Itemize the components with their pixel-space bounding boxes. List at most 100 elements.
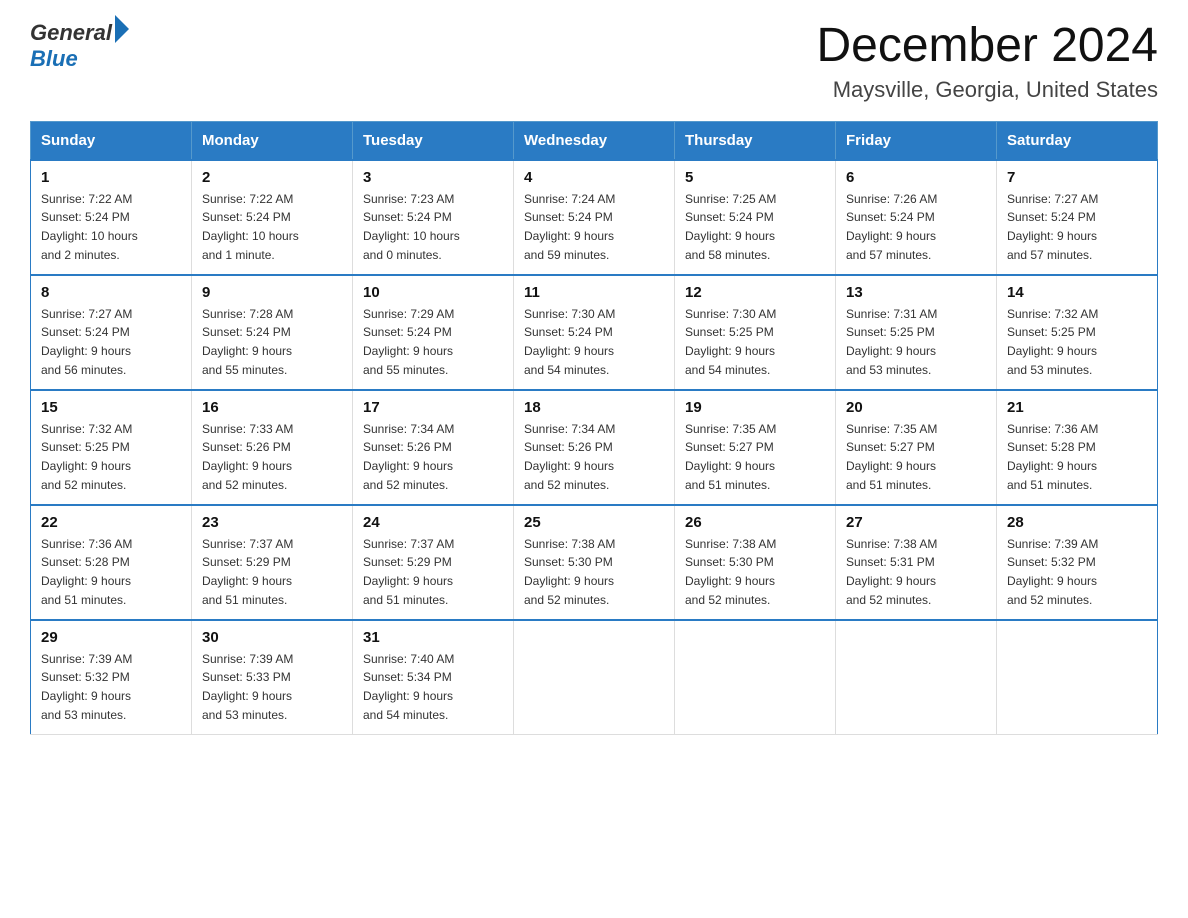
table-row: 3 Sunrise: 7:23 AMSunset: 5:24 PMDaylight… (353, 160, 514, 275)
table-row: 20 Sunrise: 7:35 AMSunset: 5:27 PMDayligh… (836, 390, 997, 505)
day-number: 25 (524, 514, 664, 531)
table-row: 30 Sunrise: 7:39 AMSunset: 5:33 PMDayligh… (192, 620, 353, 735)
calendar-week-row: 29 Sunrise: 7:39 AMSunset: 5:32 PMDayligh… (31, 620, 1158, 735)
day-number: 29 (41, 629, 181, 646)
table-row: 9Sunrise: 7:28 AMSunset: 5:24 PMDaylight… (192, 275, 353, 390)
day-number: 20 (846, 399, 986, 416)
table-row: 5 Sunrise: 7:25 AMSunset: 5:24 PMDaylight… (675, 160, 836, 275)
day-number: 8 (41, 284, 181, 301)
col-wednesday: Wednesday (514, 121, 675, 160)
day-info: Sunrise: 7:22 AMSunset: 5:24 PMDaylight:… (202, 190, 342, 264)
calendar-title: December 2024 (816, 20, 1158, 73)
day-info: Sunrise: 7:29 AMSunset: 5:24 PMDaylight:… (363, 305, 503, 379)
day-info: Sunrise: 7:27 AMSunset: 5:24 PMDaylight:… (41, 305, 181, 379)
table-row: 10 Sunrise: 7:29 AMSunset: 5:24 PMDayligh… (353, 275, 514, 390)
day-number: 14 (1007, 284, 1147, 301)
day-number: 1 (41, 169, 181, 186)
day-number: 27 (846, 514, 986, 531)
day-number: 7 (1007, 169, 1147, 186)
day-number: 5 (685, 169, 825, 186)
day-info: Sunrise: 7:22 AMSunset: 5:24 PMDaylight:… (41, 190, 181, 264)
day-number: 13 (846, 284, 986, 301)
day-number: 17 (363, 399, 503, 416)
day-info: Sunrise: 7:32 AMSunset: 5:25 PMDaylight:… (41, 420, 181, 494)
day-info: Sunrise: 7:36 AMSunset: 5:28 PMDaylight:… (1007, 420, 1147, 494)
calendar-table: Sunday Monday Tuesday Wednesday Thursday… (30, 121, 1158, 736)
table-row: 6 Sunrise: 7:26 AMSunset: 5:24 PMDaylight… (836, 160, 997, 275)
day-info: Sunrise: 7:33 AMSunset: 5:26 PMDaylight:… (202, 420, 342, 494)
day-number: 4 (524, 169, 664, 186)
calendar-week-row: 1 Sunrise: 7:22 AMSunset: 5:24 PMDaylight… (31, 160, 1158, 275)
table-row (836, 620, 997, 735)
day-info: Sunrise: 7:35 AMSunset: 5:27 PMDaylight:… (685, 420, 825, 494)
day-number: 18 (524, 399, 664, 416)
day-number: 21 (1007, 399, 1147, 416)
day-info: Sunrise: 7:38 AMSunset: 5:30 PMDaylight:… (524, 535, 664, 609)
day-number: 26 (685, 514, 825, 531)
logo-triangle-icon (115, 15, 129, 43)
day-number: 19 (685, 399, 825, 416)
table-row: 8 Sunrise: 7:27 AMSunset: 5:24 PMDaylight… (31, 275, 192, 390)
table-row: 7 Sunrise: 7:27 AMSunset: 5:24 PMDaylight… (997, 160, 1158, 275)
day-info: Sunrise: 7:35 AMSunset: 5:27 PMDaylight:… (846, 420, 986, 494)
day-info: Sunrise: 7:26 AMSunset: 5:24 PMDaylight:… (846, 190, 986, 264)
table-row: 16 Sunrise: 7:33 AMSunset: 5:26 PMDayligh… (192, 390, 353, 505)
day-number: 10 (363, 284, 503, 301)
page-header: General Blue December 2024 Maysville, Ge… (30, 20, 1158, 103)
col-tuesday: Tuesday (353, 121, 514, 160)
table-row: 17 Sunrise: 7:34 AMSunset: 5:26 PMDayligh… (353, 390, 514, 505)
day-number: 30 (202, 629, 342, 646)
calendar-subtitle: Maysville, Georgia, United States (816, 77, 1158, 103)
calendar-week-row: 22Sunrise: 7:36 AMSunset: 5:28 PMDayligh… (31, 505, 1158, 620)
day-number: 23 (202, 514, 342, 531)
day-info: Sunrise: 7:27 AMSunset: 5:24 PMDaylight:… (1007, 190, 1147, 264)
table-row: 4 Sunrise: 7:24 AMSunset: 5:24 PMDaylight… (514, 160, 675, 275)
day-number: 11 (524, 284, 664, 301)
day-info: Sunrise: 7:30 AMSunset: 5:25 PMDaylight:… (685, 305, 825, 379)
table-row: 14Sunrise: 7:32 AMSunset: 5:25 PMDayligh… (997, 275, 1158, 390)
table-row: 21 Sunrise: 7:36 AMSunset: 5:28 PMDayligh… (997, 390, 1158, 505)
day-number: 16 (202, 399, 342, 416)
table-row (675, 620, 836, 735)
day-info: Sunrise: 7:39 AMSunset: 5:32 PMDaylight:… (41, 650, 181, 724)
col-saturday: Saturday (997, 121, 1158, 160)
day-number: 6 (846, 169, 986, 186)
day-info: Sunrise: 7:34 AMSunset: 5:26 PMDaylight:… (524, 420, 664, 494)
col-thursday: Thursday (675, 121, 836, 160)
table-row: 27 Sunrise: 7:38 AMSunset: 5:31 PMDayligh… (836, 505, 997, 620)
table-row: 12Sunrise: 7:30 AMSunset: 5:25 PMDayligh… (675, 275, 836, 390)
day-info: Sunrise: 7:38 AMSunset: 5:31 PMDaylight:… (846, 535, 986, 609)
col-sunday: Sunday (31, 121, 192, 160)
calendar-header-row: Sunday Monday Tuesday Wednesday Thursday… (31, 121, 1158, 160)
day-number: 3 (363, 169, 503, 186)
col-friday: Friday (836, 121, 997, 160)
day-number: 22 (41, 514, 181, 531)
day-info: Sunrise: 7:25 AMSunset: 5:24 PMDaylight:… (685, 190, 825, 264)
table-row: 11Sunrise: 7:30 AMSunset: 5:24 PMDayligh… (514, 275, 675, 390)
day-number: 31 (363, 629, 503, 646)
day-info: Sunrise: 7:39 AMSunset: 5:33 PMDaylight:… (202, 650, 342, 724)
table-row: 2 Sunrise: 7:22 AMSunset: 5:24 PMDaylight… (192, 160, 353, 275)
calendar-week-row: 15 Sunrise: 7:32 AMSunset: 5:25 PMDayligh… (31, 390, 1158, 505)
col-monday: Monday (192, 121, 353, 160)
day-info: Sunrise: 7:38 AMSunset: 5:30 PMDaylight:… (685, 535, 825, 609)
day-info: Sunrise: 7:23 AMSunset: 5:24 PMDaylight:… (363, 190, 503, 264)
day-info: Sunrise: 7:40 AMSunset: 5:34 PMDaylight:… (363, 650, 503, 724)
day-number: 28 (1007, 514, 1147, 531)
day-number: 15 (41, 399, 181, 416)
day-info: Sunrise: 7:39 AMSunset: 5:32 PMDaylight:… (1007, 535, 1147, 609)
day-info: Sunrise: 7:24 AMSunset: 5:24 PMDaylight:… (524, 190, 664, 264)
table-row: 26 Sunrise: 7:38 AMSunset: 5:30 PMDayligh… (675, 505, 836, 620)
day-number: 2 (202, 169, 342, 186)
table-row: 29 Sunrise: 7:39 AMSunset: 5:32 PMDayligh… (31, 620, 192, 735)
table-row: 31 Sunrise: 7:40 AMSunset: 5:34 PMDayligh… (353, 620, 514, 735)
table-row: 22Sunrise: 7:36 AMSunset: 5:28 PMDayligh… (31, 505, 192, 620)
calendar-week-row: 8 Sunrise: 7:27 AMSunset: 5:24 PMDaylight… (31, 275, 1158, 390)
day-info: Sunrise: 7:34 AMSunset: 5:26 PMDaylight:… (363, 420, 503, 494)
table-row: 1 Sunrise: 7:22 AMSunset: 5:24 PMDaylight… (31, 160, 192, 275)
table-row: 24Sunrise: 7:37 AMSunset: 5:29 PMDayligh… (353, 505, 514, 620)
day-info: Sunrise: 7:31 AMSunset: 5:25 PMDaylight:… (846, 305, 986, 379)
table-row: 19 Sunrise: 7:35 AMSunset: 5:27 PMDayligh… (675, 390, 836, 505)
table-row: 25 Sunrise: 7:38 AMSunset: 5:30 PMDayligh… (514, 505, 675, 620)
day-number: 24 (363, 514, 503, 531)
